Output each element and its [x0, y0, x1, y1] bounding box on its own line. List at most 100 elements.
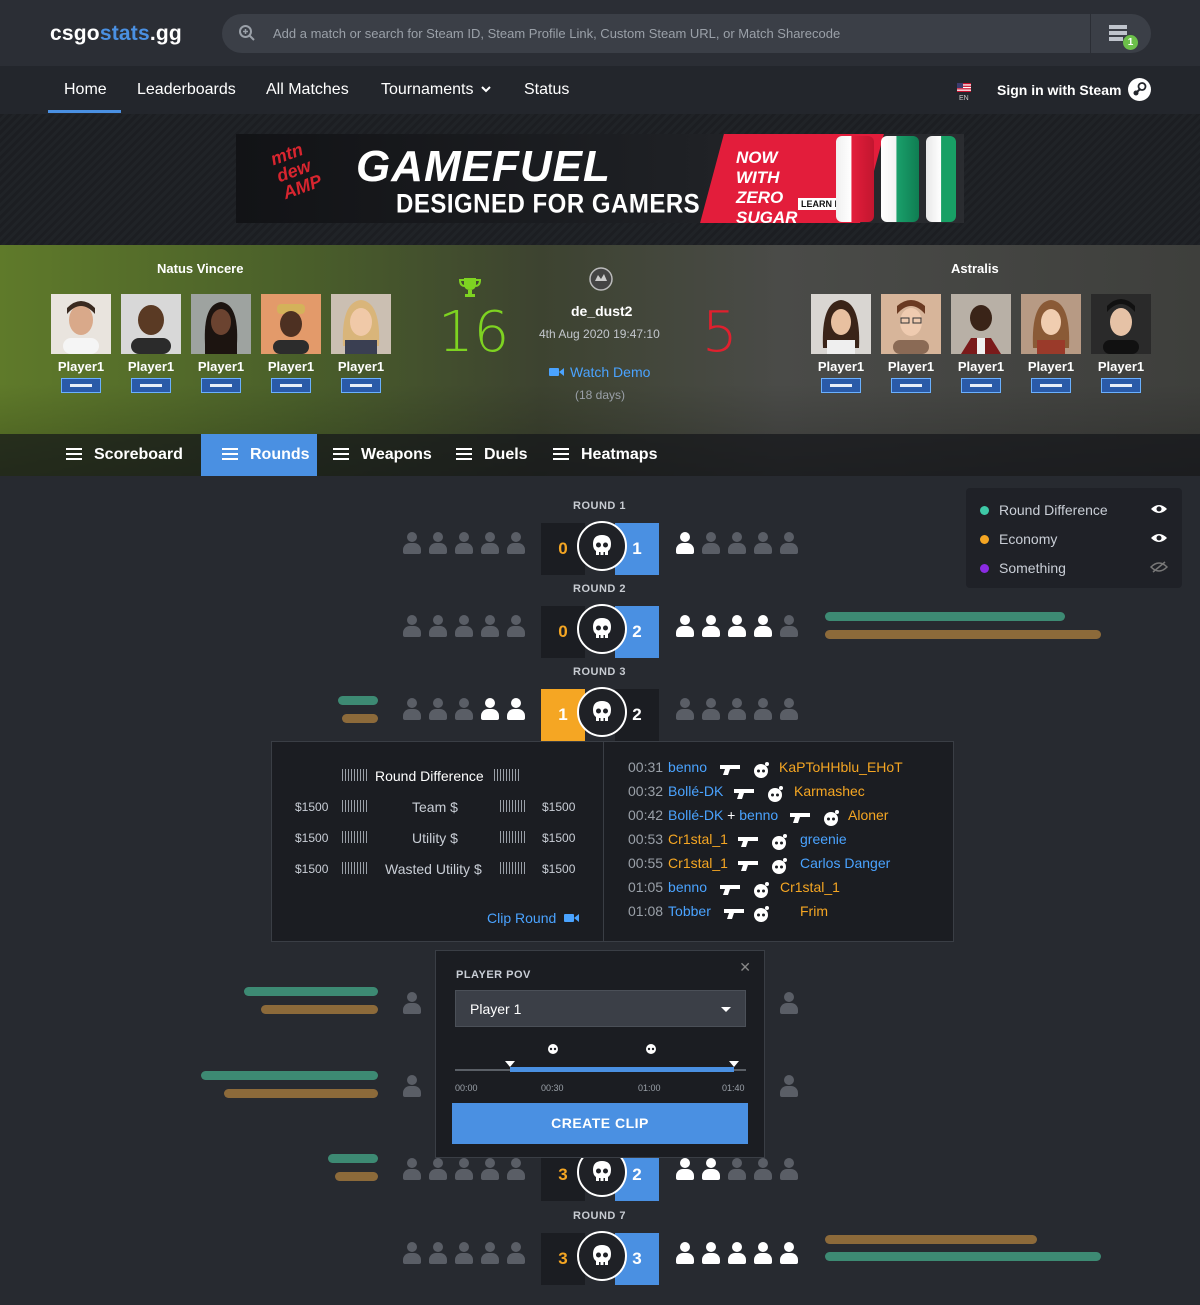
player-name: Player1 — [267, 359, 315, 374]
timeline-tick: 01:00 — [638, 1083, 661, 1093]
search-input[interactable]: Add a match or search for Steam ID, Stea… — [273, 26, 840, 41]
player-card[interactable]: Player1 — [51, 294, 111, 393]
round-label: ROUND 7 — [573, 1210, 627, 1222]
round-score[interactable]: 01 — [541, 521, 659, 575]
avatar — [51, 294, 111, 354]
tab-rounds[interactable]: Rounds — [201, 434, 317, 476]
map-icon — [589, 267, 613, 291]
list-icon — [456, 448, 472, 460]
rank-badge — [131, 378, 171, 393]
eye-icon[interactable] — [1150, 532, 1168, 544]
trophy-icon — [459, 278, 481, 297]
tab-heatmaps[interactable]: Heatmaps — [553, 434, 657, 476]
eye-icon[interactable] — [1150, 503, 1168, 515]
headshot-icon — [768, 786, 783, 802]
tab-weapons[interactable]: Weapons — [333, 434, 432, 476]
kill-feed-item: 01:05 benno Cr1stal_1 — [628, 879, 840, 898]
server-count-badge: 1 — [1123, 35, 1138, 50]
round-score[interactable]: 02 — [541, 604, 659, 658]
player-name: Player1 — [57, 359, 105, 374]
legend-item[interactable]: Round Difference — [980, 502, 1108, 518]
search-divider — [1090, 14, 1091, 53]
nav-all-matches[interactable]: All Matches — [266, 81, 349, 99]
player-card[interactable]: Player1 — [1091, 294, 1151, 393]
ad-can-green — [926, 136, 956, 222]
player-card[interactable]: Player1 — [1021, 294, 1081, 393]
nav-tournaments[interactable]: Tournaments — [381, 81, 492, 99]
close-icon[interactable]: ✕ — [739, 959, 751, 976]
avatar — [261, 294, 321, 354]
team-right-name[interactable]: Astralis — [951, 261, 999, 276]
skull-icon — [577, 521, 627, 571]
headshot-icon — [772, 834, 787, 850]
rank-badge — [201, 378, 241, 393]
timeline-end-handle[interactable] — [729, 1061, 739, 1067]
watch-demo-link[interactable]: Watch Demo — [549, 364, 650, 380]
search-bar[interactable]: Add a match or search for Steam ID, Stea… — [222, 14, 1151, 53]
sign-in-steam-button[interactable]: Sign in with Steam — [997, 82, 1121, 98]
player-name: Player1 — [127, 359, 175, 374]
timeline-selection[interactable] — [510, 1067, 734, 1072]
headshot-icon — [824, 810, 839, 826]
round-difference-bar — [244, 987, 378, 996]
player-card[interactable]: Player1 — [261, 294, 321, 393]
team-right-alive — [675, 698, 799, 720]
rank-badge — [961, 378, 1001, 393]
round-difference-bar — [201, 1071, 378, 1080]
economy-bar — [342, 714, 378, 723]
skull-icon — [577, 687, 627, 737]
pistol-icon — [724, 909, 744, 919]
kill-feed-item: 00:32 Bollé-DK Karmashec — [628, 783, 865, 802]
round-difference-bar — [338, 696, 378, 705]
nav-leaderboards[interactable]: Leaderboards — [137, 81, 236, 99]
site-logo[interactable]: csgostats.gg — [50, 22, 182, 46]
team-left-alive — [402, 1158, 526, 1180]
economy-bar — [224, 1089, 378, 1098]
us-flag-icon[interactable] — [957, 83, 971, 92]
player-card[interactable]: Player1 — [811, 294, 871, 393]
round-score[interactable]: 33 — [541, 1231, 659, 1285]
legend-item[interactable]: Something — [980, 560, 1066, 576]
detail-row-label: Team $ — [412, 799, 458, 815]
kill-marker-icon[interactable] — [644, 1041, 658, 1055]
player-card[interactable]: Player1 — [331, 294, 391, 393]
pistol-icon — [738, 861, 758, 871]
create-clip-button[interactable]: CREATE CLIP — [452, 1103, 748, 1144]
rank-badge — [1101, 378, 1141, 393]
kill-feed-item: 00:55 Cr1stal_1 Carlos Danger — [628, 855, 890, 874]
avatar — [121, 294, 181, 354]
chevron-down-icon — [480, 86, 491, 93]
clip-round-link[interactable]: Clip Round — [487, 910, 580, 926]
tab-scoreboard[interactable]: Scoreboard — [66, 434, 183, 476]
pistol-icon — [790, 813, 810, 823]
nav-home[interactable]: Home — [64, 81, 107, 99]
headshot-icon — [772, 858, 787, 874]
nav-status[interactable]: Status — [524, 81, 569, 99]
headshot-icon — [754, 906, 769, 922]
pistol-icon — [720, 765, 740, 775]
rank-badge — [271, 378, 311, 393]
player-name: Player1 — [197, 359, 245, 374]
match-datetime: 4th Aug 2020 19:47:10 — [539, 327, 660, 341]
rank-badge — [821, 378, 861, 393]
skull-icon — [577, 604, 627, 654]
team-left-money: $1500 — [295, 831, 329, 845]
gamefuel-ad-banner[interactable]: mtn dew AMP GAMEFUEL DESIGNED FOR GAMERS… — [236, 134, 964, 223]
steam-icon[interactable] — [1128, 78, 1151, 101]
ad-headline: GAMEFUEL — [356, 142, 611, 191]
player-card[interactable]: Player1 — [881, 294, 941, 393]
player-card[interactable]: Player1 — [191, 294, 251, 393]
legend-item[interactable]: Economy — [980, 531, 1057, 547]
team-left-name[interactable]: Natus Vincere — [157, 261, 243, 276]
player-select[interactable]: Player 1 — [455, 990, 746, 1027]
player-card[interactable]: Player1 — [951, 294, 1011, 393]
headshot-icon — [754, 762, 769, 778]
player-card[interactable]: Player1 — [121, 294, 181, 393]
kill-feed-item: 00:42 Bollé-DK + benno Aloner — [628, 807, 888, 826]
timeline-start-handle[interactable] — [505, 1061, 515, 1067]
kill-marker-icon[interactable] — [546, 1041, 560, 1055]
eye-slash-icon[interactable] — [1150, 561, 1168, 573]
round-score[interactable]: 12 — [541, 687, 659, 741]
tab-duels[interactable]: Duels — [456, 434, 528, 476]
list-icon — [553, 448, 569, 460]
